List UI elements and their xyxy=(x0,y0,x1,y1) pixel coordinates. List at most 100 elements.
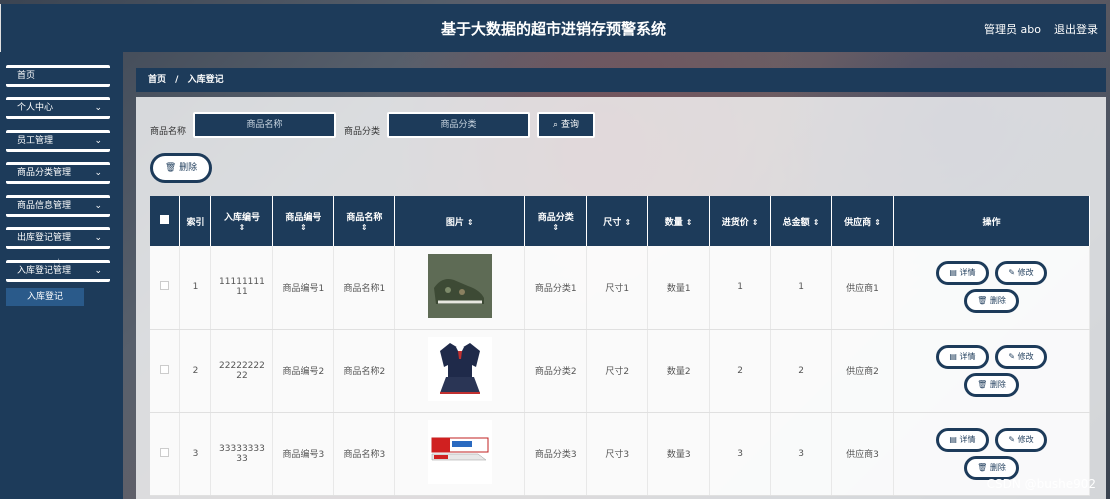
cell-actions: ▤ 详情 ✎ 修改 🗑 删除 xyxy=(893,246,1090,330)
column-header[interactable]: 入库编号 ⇕ xyxy=(210,196,274,246)
logout-link[interactable]: 退出登录 xyxy=(1054,21,1098,37)
trash-icon: 🗑 xyxy=(977,296,990,306)
sidebar: 首页 个人中心 ⌄ 员工管理 ⌄ 商品分类管理 ⌄ 商品信息管理 ⌄ 出库登记管理 ⌄ 入… xyxy=(0,52,123,499)
sidebar-item-product[interactable]: 商品信息管理 ⌄ xyxy=(6,195,110,217)
product-category-input[interactable]: 商品分类 xyxy=(387,112,530,138)
column-header[interactable]: 数量 ⇕ xyxy=(647,196,711,246)
detail-button[interactable]: ▤ 详情 xyxy=(936,427,989,452)
cell-product-code: 商品编号1 xyxy=(272,246,335,330)
sort-icon[interactable]: ⇕ xyxy=(813,218,820,227)
product-name-input[interactable]: 商品名称 xyxy=(193,112,336,138)
top-header: 基于大数据的超市进销存预警系统 管理员 abo 退出登录 xyxy=(0,4,1106,52)
watermark: CSDN @bushe902 xyxy=(986,477,1096,491)
cell-code: 3333333333 xyxy=(210,412,274,496)
cell-total: 2 xyxy=(770,329,833,413)
cell-category: 商品分类3 xyxy=(524,412,588,496)
column-header[interactable]: 图片 ⇕ xyxy=(394,196,526,246)
sort-icon[interactable]: ⇕ xyxy=(552,223,559,232)
sort-icon[interactable]: ⇕ xyxy=(874,218,881,227)
sidebar-item-label: 员工管理 xyxy=(17,136,54,146)
sidebar-item-label: 个人中心 xyxy=(17,103,54,113)
cell-index: 1 xyxy=(179,246,212,330)
sort-icon[interactable]: ⇕ xyxy=(467,218,474,227)
breadcrumb-home[interactable]: 首页 xyxy=(148,75,166,85)
row-checkbox[interactable] xyxy=(160,281,170,291)
sort-icon[interactable]: ⇕ xyxy=(300,223,307,232)
cell-product-name: 商品名称2 xyxy=(333,329,396,413)
column-header[interactable]: 总金额 ⇕ xyxy=(770,196,833,246)
cell-image xyxy=(394,246,526,330)
sidebar-item-label: 商品分类管理 xyxy=(17,168,72,178)
row-select[interactable] xyxy=(150,329,181,413)
document-icon: ▤ xyxy=(949,434,960,444)
column-header[interactable]: 进货价 ⇕ xyxy=(709,196,772,246)
column-header[interactable]: 尺寸 ⇕ xyxy=(586,196,649,246)
cell-quantity: 数量2 xyxy=(647,329,711,413)
select-all-header[interactable] xyxy=(150,196,181,246)
column-header[interactable]: 供应商 ⇕ xyxy=(831,196,895,246)
sort-icon[interactable]: ⇕ xyxy=(686,218,693,227)
app-title: 基于大数据的超市进销存预警系统 xyxy=(440,20,666,38)
product-image-toothpaste xyxy=(427,420,492,484)
sidebar-item-outbound[interactable]: 出库登记管理 ⌄ xyxy=(6,227,110,249)
cell-product-name: 商品名称1 xyxy=(333,246,396,330)
cell-supplier: 供应商3 xyxy=(831,412,895,496)
delete-button[interactable]: 🗑 删除 xyxy=(964,289,1019,314)
sidebar-item-personal-center[interactable]: 个人中心 ⌄ xyxy=(6,97,110,119)
column-header: 索引 xyxy=(179,196,212,246)
sort-icon[interactable]: ⇕ xyxy=(239,223,246,232)
cell-code: 1111111111 xyxy=(210,246,274,330)
sidebar-item-home[interactable]: 首页 xyxy=(6,65,110,87)
hand-cursor-icon: ☝ xyxy=(54,258,61,269)
document-icon: ▤ xyxy=(949,351,960,361)
sidebar-item-label: 入库登记管理 xyxy=(17,266,72,276)
cell-image xyxy=(394,412,526,496)
row-select[interactable] xyxy=(150,246,181,330)
current-user: 管理员 abo xyxy=(984,23,1041,36)
search-icon: ⌕ xyxy=(553,120,561,130)
chevron-down-icon: ⌄ xyxy=(94,266,102,276)
cell-size: 尺寸3 xyxy=(586,412,649,496)
table-header-row: 索引 入库编号 ⇕ 商品编号 ⇕ 商品名称 ⇕ 图片 ⇕ 商品分类 ⇕ 尺寸 ⇕ 数量 … xyxy=(150,196,1090,246)
cell-category: 商品分类2 xyxy=(524,329,588,413)
cell-product-name: 商品名称3 xyxy=(333,412,396,496)
cell-quantity: 数量3 xyxy=(647,412,711,496)
cell-product-code: 商品编号3 xyxy=(272,412,335,496)
delete-button[interactable]: 🗑 删除 xyxy=(964,455,1019,480)
edit-button[interactable]: ✎ 修改 xyxy=(995,261,1047,286)
detail-button[interactable]: ▤ 详情 xyxy=(936,261,989,286)
select-all-checkbox[interactable] xyxy=(160,215,170,224)
sort-icon[interactable]: ⇕ xyxy=(361,223,368,232)
column-header[interactable]: 商品编号 ⇕ xyxy=(272,196,335,246)
search-button[interactable]: ⌕ 查询 xyxy=(537,112,595,138)
cell-price: 2 xyxy=(709,329,772,413)
row-checkbox[interactable] xyxy=(160,364,170,374)
row-checkbox[interactable] xyxy=(160,447,170,457)
batch-delete-button[interactable]: 🗑 删除 xyxy=(150,153,212,183)
chevron-down-icon: ⌄ xyxy=(94,233,102,243)
column-header[interactable]: 商品名称 ⇕ xyxy=(333,196,396,246)
row-select[interactable] xyxy=(150,412,181,496)
sidebar-item-label: 商品信息管理 xyxy=(17,201,72,211)
column-header: 操作 xyxy=(893,196,1090,246)
sidebar-item-category[interactable]: 商品分类管理 ⌄ xyxy=(6,162,110,184)
product-name-label: 商品名称 xyxy=(150,127,187,137)
delete-button[interactable]: 🗑 删除 xyxy=(964,372,1019,397)
chevron-down-icon: ⌄ xyxy=(94,103,102,113)
pencil-icon: ✎ xyxy=(1008,268,1018,278)
detail-button[interactable]: ▤ 详情 xyxy=(936,344,989,369)
sort-icon[interactable]: ⇕ xyxy=(752,218,759,227)
search-button-label: 查询 xyxy=(560,120,579,130)
edit-button[interactable]: ✎ 修改 xyxy=(995,427,1047,452)
edit-button[interactable]: ✎ 修改 xyxy=(995,344,1047,369)
chevron-down-icon: ⌄ xyxy=(94,201,102,211)
cell-supplier: 供应商1 xyxy=(831,246,895,330)
column-header[interactable]: 商品分类 ⇕ xyxy=(524,196,588,246)
trash-icon: 🗑 xyxy=(164,163,180,173)
sort-icon[interactable]: ⇕ xyxy=(624,218,631,227)
sidebar-item-staff[interactable]: 员工管理 ⌄ xyxy=(6,130,110,152)
main-area: 首页 / 入库登记 商品名称 商品名称 商品分类 商品分类 ⌕ 查询 🗑 删除 … xyxy=(123,52,1110,499)
cell-price: 3 xyxy=(709,412,772,496)
cell-product-code: 商品编号2 xyxy=(272,329,335,413)
sidebar-subitem-inbound-register[interactable]: 入库登记 xyxy=(6,288,84,306)
